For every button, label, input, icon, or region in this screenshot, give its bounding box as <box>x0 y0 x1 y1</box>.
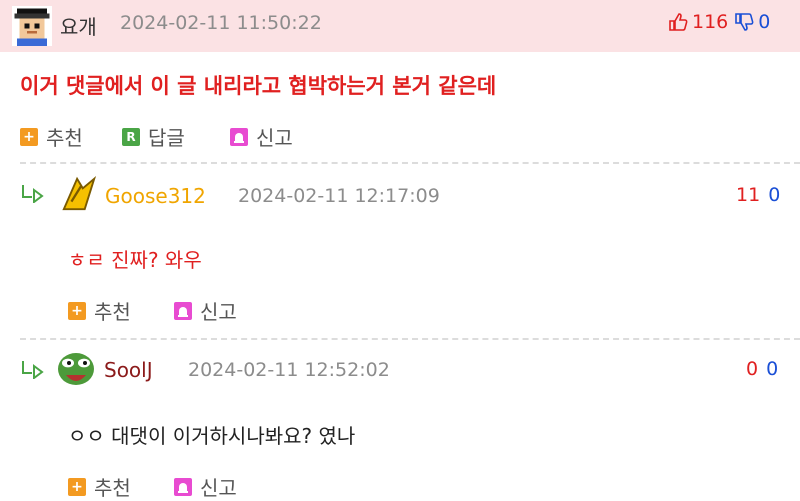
report-label: 신고 <box>200 300 237 324</box>
recommend-button[interactable]: + 추천 <box>20 122 83 151</box>
report-label: 신고 <box>256 126 293 150</box>
reply-label: 답글 <box>148 126 185 150</box>
recommend-label: 추천 <box>94 476 131 500</box>
pepe-icon[interactable] <box>56 349 96 389</box>
post-votes: 116 0 <box>668 11 770 33</box>
siren-icon <box>230 127 248 146</box>
post-body: 이거 댓글에서 이 글 내리라고 협박하는거 본거 같은데 <box>20 74 497 98</box>
comment-downvote-count[interactable]: 0 <box>766 358 778 380</box>
post-author[interactable]: 요개 <box>60 11 97 40</box>
report-button[interactable]: 신고 <box>230 122 293 151</box>
siren-icon <box>174 477 192 496</box>
post-downvote-count: 0 <box>758 11 771 33</box>
goose-icon[interactable] <box>60 175 98 213</box>
comment-votes: 0 0 <box>746 358 778 380</box>
post-date: 2024-02-11 11:50:22 <box>120 12 322 34</box>
comment-body: ㅇㅇ 대댓이 이거하시나봐요? 였나 <box>68 424 356 448</box>
post-upvote-count: 116 <box>692 11 729 33</box>
comment-date: 2024-02-11 12:52:02 <box>188 359 390 381</box>
thumbs-down-icon[interactable] <box>734 12 754 32</box>
comment-votes: 11 0 <box>736 184 780 206</box>
comment-body: ㅎㄹ 진짜? 와우 <box>68 248 202 272</box>
recommend-label: 추천 <box>46 126 83 150</box>
user-avatar-icon[interactable] <box>12 6 52 46</box>
recommend-button[interactable]: + 추천 <box>68 296 131 325</box>
comment-downvote-count[interactable]: 0 <box>768 184 780 206</box>
comment-upvote-count[interactable]: 0 <box>746 358 758 380</box>
report-label: 신고 <box>200 476 237 500</box>
plus-icon: + <box>68 477 86 496</box>
report-button[interactable]: 신고 <box>174 472 237 501</box>
reply-button[interactable]: R 답글 <box>122 122 185 151</box>
plus-icon: + <box>20 127 38 146</box>
comment-upvote-count[interactable]: 11 <box>736 184 760 206</box>
plus-icon: + <box>68 301 86 320</box>
comment-author[interactable]: Goose312 <box>105 184 206 208</box>
thumbs-up-icon[interactable] <box>668 12 688 32</box>
divider <box>20 162 800 164</box>
reply-arrow-icon <box>22 361 44 379</box>
recommend-label: 추천 <box>94 300 131 324</box>
report-button[interactable]: 신고 <box>174 296 237 325</box>
comment-author[interactable]: SoolJ <box>104 358 153 382</box>
recommend-button[interactable]: + 추천 <box>68 472 131 501</box>
comment-date: 2024-02-11 12:17:09 <box>238 185 440 207</box>
siren-icon <box>174 301 192 320</box>
reply-arrow-icon <box>22 185 44 203</box>
reply-icon: R <box>122 127 140 146</box>
divider <box>20 338 800 340</box>
